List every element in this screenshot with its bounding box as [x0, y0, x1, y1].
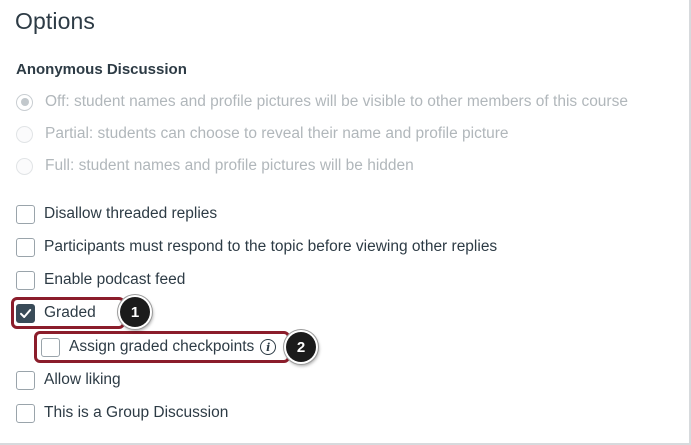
- group-discussion-label: This is a Group Discussion: [44, 404, 229, 421]
- graded-highlight-box: [11, 297, 125, 329]
- must-respond-checkbox[interactable]: [16, 237, 35, 257]
- anonymous-off-label: Off: student names and profile pictures …: [45, 93, 628, 110]
- anonymous-option-off: Off: student names and profile pictures …: [16, 91, 628, 113]
- disallow-threaded-option[interactable]: Disallow threaded replies: [16, 203, 217, 225]
- allow-liking-label: Allow liking: [44, 371, 121, 388]
- anonymous-off-radio: [16, 93, 33, 111]
- podcast-option[interactable]: Enable podcast feed: [16, 269, 185, 291]
- podcast-label: Enable podcast feed: [44, 271, 186, 288]
- anonymous-partial-radio: [16, 125, 33, 143]
- anonymous-discussion-label: Anonymous Discussion: [16, 61, 187, 78]
- page-title: Options: [15, 8, 95, 34]
- podcast-checkbox[interactable]: [16, 270, 35, 290]
- anonymous-option-partial: Partial: students can choose to reveal t…: [16, 123, 509, 145]
- disallow-threaded-checkbox[interactable]: [16, 204, 35, 224]
- must-respond-option[interactable]: Participants must respond to the topic b…: [16, 236, 497, 258]
- anonymous-full-radio: [16, 157, 33, 175]
- callout-badge-2: 2: [286, 332, 316, 362]
- allow-liking-option[interactable]: Allow liking: [16, 369, 121, 391]
- group-discussion-checkbox[interactable]: [16, 403, 35, 423]
- anonymous-partial-label: Partial: students can choose to reveal t…: [45, 125, 509, 142]
- checkpoints-highlight-box: [34, 331, 290, 363]
- anonymous-full-label: Full: student names and profile pictures…: [45, 157, 414, 174]
- disallow-threaded-label: Disallow threaded replies: [44, 205, 218, 222]
- anonymous-option-full: Full: student names and profile pictures…: [16, 155, 414, 177]
- allow-liking-checkbox[interactable]: [16, 370, 35, 390]
- callout-badge-1: 1: [120, 297, 150, 327]
- group-discussion-option[interactable]: This is a Group Discussion: [16, 402, 228, 424]
- must-respond-label: Participants must respond to the topic b…: [44, 238, 498, 255]
